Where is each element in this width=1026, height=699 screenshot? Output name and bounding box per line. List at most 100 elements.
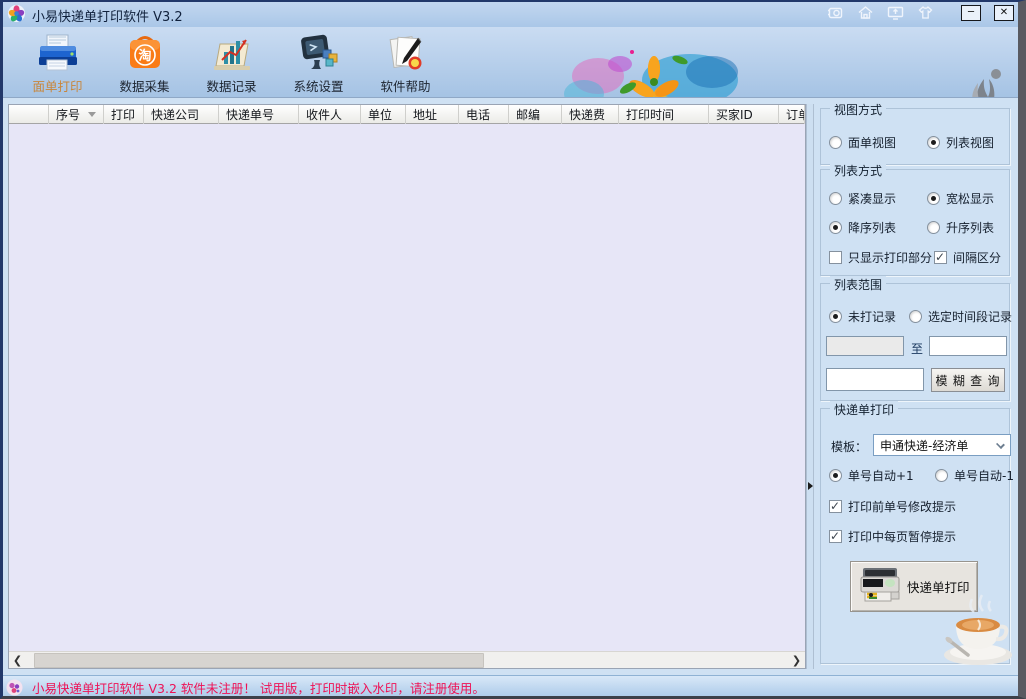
date-from-input[interactable] xyxy=(826,336,904,356)
status-bar: 小易快递单打印软件 V3.2 软件未注册！ 试用版，打印时嵌入水印，请注册使用。 xyxy=(0,675,1026,699)
radio-icon[interactable] xyxy=(829,469,842,482)
column-header-print[interactable]: 打印 xyxy=(104,105,144,124)
radio-sheet-view[interactable]: 面单视图 xyxy=(829,134,896,151)
toolbar-buttons: 面单打印 淘 数据采集 数据记录 系统设置 软件帮助 xyxy=(14,29,449,95)
window-title: 小易快递单打印软件 V3.2 xyxy=(32,10,183,25)
blue-printer-icon xyxy=(36,32,80,75)
radio-icon[interactable] xyxy=(927,136,940,149)
home-icon[interactable] xyxy=(857,4,874,21)
registration-notice: 小易快递单打印软件 V3.2 软件未注册！ 试用版，打印时嵌入水印，请注册使用。 xyxy=(32,681,485,696)
checkbox-interval-separate[interactable]: 间隔区分 xyxy=(934,249,1001,266)
search-input[interactable] xyxy=(826,368,924,391)
title-bar: 小易快递单打印软件 V3.2 ─ ✕ xyxy=(0,0,1026,27)
radio-compact-display[interactable]: 紧凑显示 xyxy=(829,190,896,207)
column-header-unit[interactable]: 单位 xyxy=(361,105,406,124)
radio-descending-list[interactable]: 降序列表 xyxy=(829,219,896,236)
column-header-print-time[interactable]: 打印时间 xyxy=(619,105,709,124)
radio-icon[interactable] xyxy=(909,310,922,323)
system-monitor-icon xyxy=(297,32,341,75)
date-to-input[interactable] xyxy=(929,336,1007,356)
column-header-buyer-id[interactable]: 买家ID xyxy=(709,105,779,124)
radio-ascending-list[interactable]: 升序列表 xyxy=(927,219,994,236)
screen-share-icon[interactable] xyxy=(887,4,904,21)
scrollbar-track[interactable] xyxy=(26,652,788,669)
group-title: 快递单打印 xyxy=(830,401,899,418)
checkbox-icon[interactable] xyxy=(934,250,947,264)
column-header-blank[interactable] xyxy=(9,105,49,124)
radio-number-plus-one[interactable]: 单号自动+1 xyxy=(829,467,914,484)
toolbar-label: 软件帮助 xyxy=(380,79,431,94)
checkbox-icon[interactable] xyxy=(829,499,842,513)
radio-loose-display[interactable]: 宽松显示 xyxy=(927,190,994,207)
radio-icon[interactable] xyxy=(829,310,842,323)
app-logo-small-icon xyxy=(6,679,23,696)
titlebar-icon-group: ─ ✕ xyxy=(827,4,1014,21)
template-dropdown[interactable]: 申通快递-经济单 xyxy=(873,434,1011,456)
bar-chart-icon xyxy=(210,32,254,75)
panel-splitter[interactable] xyxy=(806,104,814,669)
column-header-zip[interactable]: 邮编 xyxy=(509,105,562,124)
radio-icon[interactable] xyxy=(935,469,948,482)
toolbar-button-help[interactable]: 软件帮助 xyxy=(362,29,449,95)
fuzzy-query-button[interactable]: 模 糊 查 询 xyxy=(931,368,1005,392)
group-title: 列表方式 xyxy=(830,162,887,179)
main-area: 序号 打印 快递公司 快递单号 收件人 单位 地址 电话 邮编 快递费 打印时间… xyxy=(0,97,1026,675)
column-header-phone[interactable]: 电话 xyxy=(459,105,509,124)
list-mode-group: 列表方式 紧凑显示 宽松显示 降序列表 升序列表 只显示打印部分 ✓ 间隔区分 xyxy=(820,162,1010,276)
taobao-bag-icon: 淘 xyxy=(123,32,167,75)
checkbox-icon[interactable] xyxy=(829,529,842,543)
settings-panel: 视图方式 面单视图 列表视图 列表方式 紧凑显示 宽松显示 降序列表 升序列表 … xyxy=(814,101,1018,673)
checkbox-icon[interactable] xyxy=(829,251,842,264)
list-range-group: 列表范围 未打记录 选定时间段记录 至 模 糊 查 询 xyxy=(820,276,1012,401)
scrollbar-thumb[interactable] xyxy=(34,652,484,668)
minimize-button[interactable]: ─ xyxy=(961,4,981,21)
radio-number-minus-one[interactable]: 单号自动-1 xyxy=(935,467,1014,484)
column-header-seq[interactable]: 序号 xyxy=(49,105,104,124)
horizontal-scrollbar[interactable]: ❮ ❯ xyxy=(9,651,805,668)
radio-icon[interactable] xyxy=(927,192,940,205)
radio-icon[interactable] xyxy=(829,192,842,205)
app-logo-icon xyxy=(7,4,26,23)
radio-icon[interactable] xyxy=(829,136,842,149)
toolbar-button-label-print[interactable]: 面单打印 xyxy=(14,29,101,95)
to-label: 至 xyxy=(911,342,924,356)
scroll-left-arrow-icon[interactable]: ❮ xyxy=(9,652,26,669)
app-window: 小易快递单打印软件 V3.2 ─ ✕ 面单打印 淘 数据采集 数据记录 系统设置… xyxy=(0,0,1026,699)
column-header-recipient[interactable]: 收件人 xyxy=(299,105,361,124)
pen-and-seal-icon xyxy=(384,32,428,75)
group-title: 列表范围 xyxy=(830,276,887,293)
records-table: 序号 打印 快递公司 快递单号 收件人 单位 地址 电话 邮编 快递费 打印时间… xyxy=(8,104,806,669)
group-title: 视图方式 xyxy=(830,101,887,118)
collapse-arrow-icon[interactable] xyxy=(808,482,813,490)
svg-text:淘: 淘 xyxy=(138,48,151,64)
toolbar-button-data-records[interactable]: 数据记录 xyxy=(188,29,275,95)
radio-time-range-records[interactable]: 选定时间段记录 xyxy=(909,308,1012,325)
column-header-tracking-no[interactable]: 快递单号 xyxy=(219,105,299,124)
column-header-fee[interactable]: 快递费 xyxy=(562,105,619,124)
radio-icon[interactable] xyxy=(927,221,940,234)
tshirt-skin-icon[interactable] xyxy=(917,4,934,21)
column-header-order[interactable]: 订单 xyxy=(779,105,805,124)
checkbox-only-printed[interactable]: 只显示打印部分 xyxy=(829,249,932,266)
checkbox-pause-prompt[interactable]: 打印中每页暂停提示 xyxy=(829,528,956,545)
radio-icon[interactable] xyxy=(829,221,842,234)
scroll-right-arrow-icon[interactable]: ❯ xyxy=(788,652,805,669)
checkbox-modify-prompt[interactable]: 打印前单号修改提示 xyxy=(829,498,956,515)
camera-icon[interactable] xyxy=(827,4,844,21)
toolbar-label: 数据记录 xyxy=(206,79,257,94)
table-header-row: 序号 打印 快递公司 快递单号 收件人 单位 地址 电话 邮编 快递费 打印时间… xyxy=(9,105,805,124)
template-value: 申通快递-经济单 xyxy=(880,438,969,453)
toolbar-button-data-collect[interactable]: 淘 数据采集 xyxy=(101,29,188,95)
toolbar-button-system-settings[interactable]: 系统设置 xyxy=(275,29,362,95)
sort-arrow-icon[interactable] xyxy=(88,112,97,117)
radio-list-view[interactable]: 列表视图 xyxy=(927,134,994,151)
toolbar-label: 数据采集 xyxy=(119,79,170,94)
close-button[interactable]: ✕ xyxy=(994,4,1014,21)
column-header-courier[interactable]: 快递公司 xyxy=(144,105,219,124)
chevron-down-icon xyxy=(996,440,1005,449)
radio-unprinted-records[interactable]: 未打记录 xyxy=(829,308,896,325)
main-toolbar: 面单打印 淘 数据采集 数据记录 系统设置 软件帮助 xyxy=(0,27,1026,122)
column-header-address[interactable]: 地址 xyxy=(406,105,459,124)
toolbar-label: 面单打印 xyxy=(32,79,83,94)
table-body-empty[interactable] xyxy=(9,124,805,652)
